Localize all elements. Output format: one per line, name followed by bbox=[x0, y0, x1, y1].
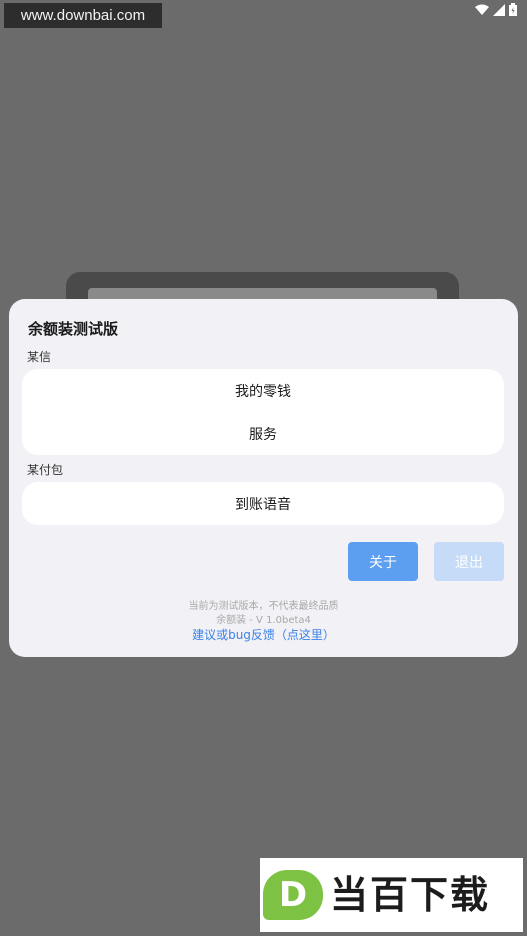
wechat-options-group: 我的零钱 服务 bbox=[22, 369, 504, 455]
battery-icon bbox=[509, 3, 517, 16]
alipay-options-group: 到账语音 bbox=[22, 482, 504, 525]
about-button[interactable]: 关于 bbox=[348, 542, 418, 581]
exit-button[interactable]: 退出 bbox=[434, 542, 504, 581]
signal-icon bbox=[493, 3, 505, 16]
logo-letter: D bbox=[278, 875, 308, 915]
logo-badge-icon: D bbox=[263, 870, 323, 920]
watermark-site: www.downbai.com bbox=[4, 3, 162, 28]
section-label-wechat: 某信 bbox=[27, 350, 52, 364]
status-bar bbox=[475, 3, 517, 16]
wifi-icon bbox=[475, 4, 489, 15]
main-dialog: 余额装测试版 某信 我的零钱 服务 某付包 到账语音 关于 退出 当前为测试版本… bbox=[9, 299, 518, 657]
beta-notice: 当前为测试版本，不代表最终品质 bbox=[188, 601, 339, 612]
dialog-title: 余额装测试版 bbox=[28, 320, 119, 338]
logo-text: 当百下载 bbox=[330, 873, 491, 917]
option-services[interactable]: 服务 bbox=[22, 412, 504, 455]
option-payment-voice[interactable]: 到账语音 bbox=[22, 482, 504, 525]
option-my-change[interactable]: 我的零钱 bbox=[22, 369, 504, 412]
version-label: 余额装 - V 1.0beta4 bbox=[216, 615, 311, 626]
section-label-alipay: 某付包 bbox=[27, 463, 64, 477]
logo-watermark: D 当百下载 bbox=[260, 858, 523, 932]
feedback-link[interactable]: 建议或bug反馈（点这里） bbox=[9, 626, 518, 643]
